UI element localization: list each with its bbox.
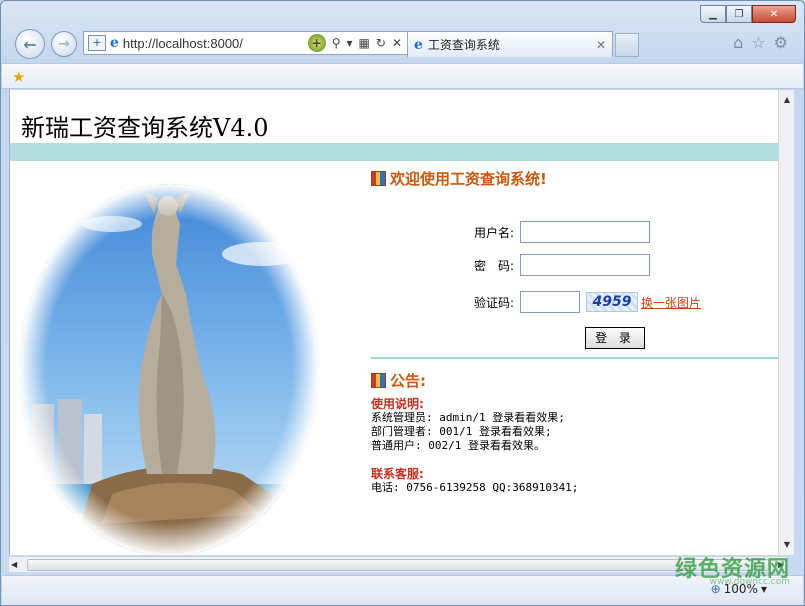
address-tools: + ⚲ ▾ ▦ ↻ ✕	[307, 34, 407, 52]
page-content: 新瑞工资查询系统V4.0 欢迎使用工资查询系统! 用户名: 密 码: 验证码: …	[9, 90, 778, 555]
compat-view-icon[interactable]: ▦	[359, 36, 370, 50]
scroll-thumb[interactable]	[27, 559, 769, 571]
back-button[interactable]: ←	[15, 29, 45, 59]
add-icon[interactable]: +	[88, 35, 106, 51]
username-input[interactable]	[520, 221, 650, 243]
usage-heading: 使用说明:	[371, 397, 424, 411]
usage-line: 普通用户: 002/1 登录看看效果。	[371, 439, 545, 452]
notice-heading: 公告:	[371, 370, 426, 391]
book-icon	[371, 373, 386, 388]
add-favorite-icon[interactable]: ★	[12, 68, 25, 86]
gear-icon[interactable]: ⚙	[774, 33, 788, 52]
username-label: 用户名:	[473, 225, 514, 240]
maximize-button[interactable]: ❐	[726, 5, 752, 23]
site-title: 新瑞工资查询系统V4.0	[21, 114, 269, 142]
arrow-left-icon: ←	[23, 34, 37, 54]
arrow-right-icon: →	[58, 36, 70, 52]
browser-window: ▁ ❐ ✕ ← → + e http://localhost:8000/ + ⚲…	[0, 0, 805, 606]
password-label: 密 码:	[473, 258, 514, 273]
captcha-label: 验证码:	[473, 295, 514, 310]
watermark-url: www.downcc.com	[709, 577, 790, 587]
forward-button[interactable]: →	[51, 31, 77, 57]
address-text[interactable]: http://localhost:8000/	[123, 36, 304, 51]
support-heading: 联系客服:	[371, 467, 424, 481]
tab-title: 工资查询系统	[427, 38, 500, 52]
compatibility-icon[interactable]: +	[307, 34, 326, 52]
window-controls: ▁ ❐ ✕	[700, 5, 796, 23]
captcha-input[interactable]	[520, 291, 580, 313]
navigation-bar: ← → + e http://localhost:8000/ + ⚲ ▾ ▦ ↻…	[11, 27, 794, 61]
refresh-icon[interactable]: ↻	[376, 36, 386, 50]
scroll-up-icon[interactable]: ▲	[780, 92, 794, 108]
welcome-text: 欢迎使用工资查询系统!	[390, 170, 547, 188]
tab-page-icon: e	[414, 36, 423, 53]
address-bar[interactable]: + e http://localhost:8000/ + ⚲ ▾ ▦ ↻ ✕	[83, 31, 408, 55]
refresh-captcha-link[interactable]: 换一张图片	[641, 294, 701, 311]
notice-body: 使用说明: 系统管理员: admin/1 登录看看效果; 部门管理者: 001/…	[371, 397, 578, 495]
vertical-scrollbar[interactable]: ▲ ▼	[778, 90, 794, 555]
password-input[interactable]	[520, 254, 650, 276]
horizontal-scrollbar[interactable]: ◀ ▶	[9, 556, 786, 572]
captcha-row: 验证码: 4959 换一张图片	[460, 291, 701, 313]
login-button[interactable]: 登 录	[585, 327, 645, 349]
statue-photo	[19, 184, 319, 555]
stop-icon[interactable]: ✕	[392, 36, 402, 50]
captcha-image[interactable]: 4959	[586, 292, 638, 312]
section-divider	[371, 357, 778, 359]
username-row: 用户名:	[460, 221, 650, 243]
favorites-star-icon[interactable]: ☆	[751, 33, 765, 52]
book-icon	[371, 171, 386, 186]
welcome-heading: 欢迎使用工资查询系统!	[371, 168, 547, 189]
home-icon[interactable]: ⌂	[733, 33, 743, 52]
search-icon[interactable]: ⚲	[332, 36, 341, 50]
new-tab-button[interactable]	[615, 33, 639, 57]
close-button[interactable]: ✕	[752, 5, 796, 23]
tab-active[interactable]: e 工资查询系统 ✕	[407, 31, 613, 57]
ie-page-icon: e	[110, 35, 119, 51]
tab-close-icon[interactable]: ✕	[596, 38, 606, 52]
notice-title-text: 公告:	[390, 372, 426, 390]
dropdown-icon[interactable]: ▾	[347, 36, 353, 50]
toolbar-right: ⌂ ☆ ⚙	[733, 33, 788, 52]
minimize-button[interactable]: ▁	[700, 5, 726, 23]
usage-line: 系统管理员: admin/1 登录看看效果;	[371, 411, 565, 424]
favorites-bar: ★	[2, 63, 803, 89]
usage-line: 部门管理者: 001/1 登录看看效果;	[371, 425, 552, 438]
password-row: 密 码:	[460, 254, 650, 276]
scroll-left-icon[interactable]: ◀	[11, 557, 17, 573]
support-line: 电话: 0756-6139258 QQ:368910341;	[371, 481, 579, 494]
header-bar	[10, 143, 778, 161]
